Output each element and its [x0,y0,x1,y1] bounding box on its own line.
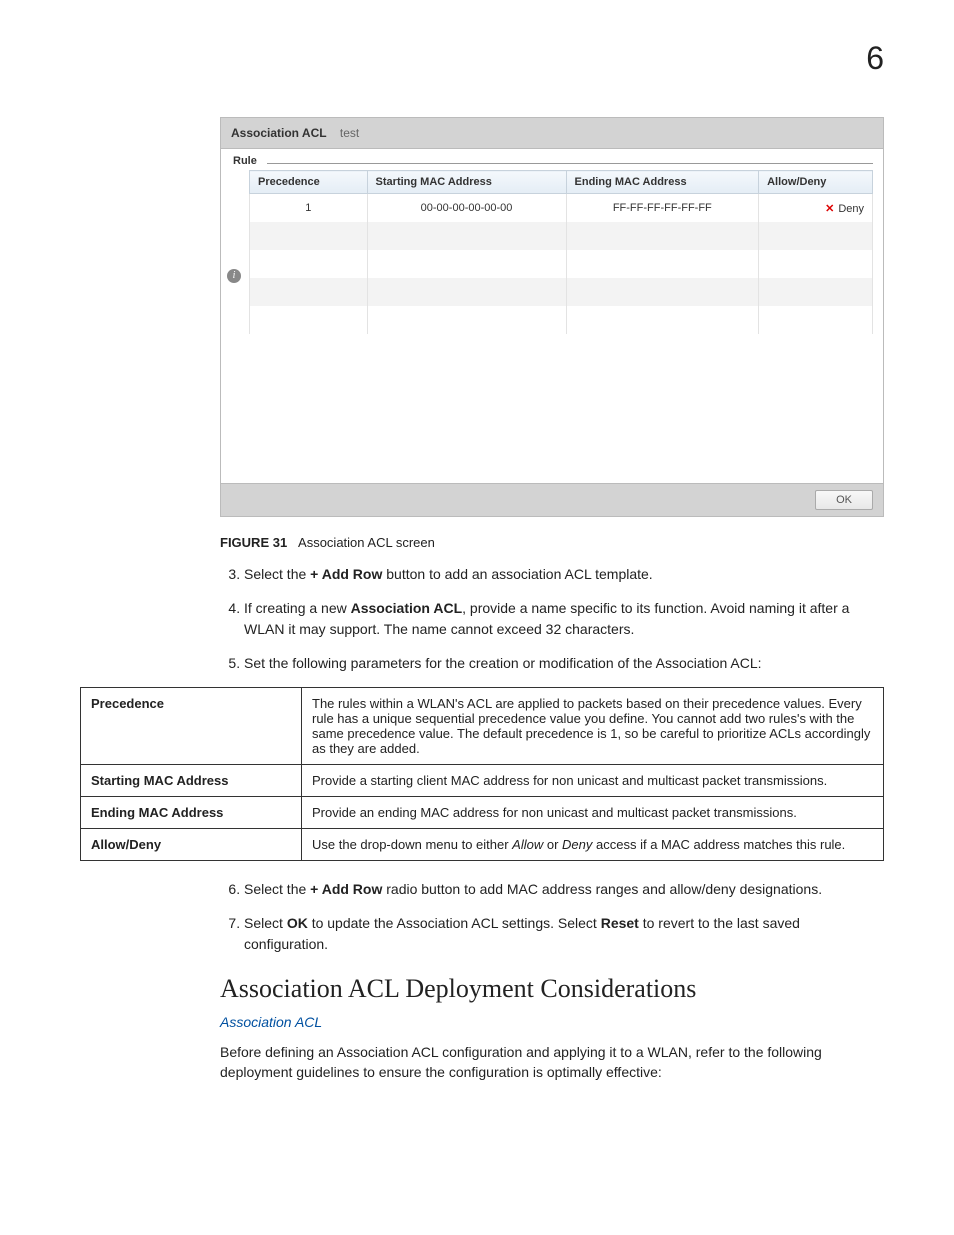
step-5: Set the following parameters for the cre… [244,653,880,673]
param-key: Allow/Deny [81,829,302,861]
cell-starting: 00-00-00-00-00-00 [367,194,566,223]
param-key: Precedence [81,688,302,765]
table-row[interactable] [250,278,873,306]
section-link[interactable]: Association ACL [220,1014,884,1030]
table-row[interactable] [250,306,873,334]
param-row-ending: Ending MAC Address Provide an ending MAC… [81,797,884,829]
rule-table[interactable]: Precedence Starting MAC Address Ending M… [249,170,873,334]
steps-list-b: Select the + Add Row radio button to add… [220,879,884,954]
param-table: Precedence The rules within a WLAN's ACL… [80,687,884,861]
acl-panel: Association ACL test i Rule Precedence S… [220,117,884,517]
steps-list-a: Select the + Add Row button to add an as… [220,564,884,673]
param-val: The rules within a WLAN's ACL are applie… [302,688,884,765]
param-row-precedence: Precedence The rules within a WLAN's ACL… [81,688,884,765]
table-row[interactable]: 1 00-00-00-00-00-00 FF-FF-FF-FF-FF-FF ✕ D… [250,194,873,223]
col-ending-mac[interactable]: Ending MAC Address [566,171,759,194]
col-precedence[interactable]: Precedence [250,171,368,194]
param-val: Provide a starting client MAC address fo… [302,765,884,797]
allowdeny-value: Deny [838,203,864,215]
section-para: Before defining an Association ACL confi… [220,1042,884,1083]
col-starting-mac[interactable]: Starting MAC Address [367,171,566,194]
step-3: Select the + Add Row button to add an as… [244,564,880,584]
acl-title: Association ACL [231,126,327,140]
param-key: Starting MAC Address [81,765,302,797]
step-6: Select the + Add Row radio button to add… [244,879,880,899]
acl-body: i Rule Precedence Starting MAC Address E… [221,149,883,483]
ok-button[interactable]: OK [815,490,873,510]
cell-ending: FF-FF-FF-FF-FF-FF [566,194,759,223]
page-number: 6 [80,40,884,77]
param-val: Provide an ending MAC address for non un… [302,797,884,829]
cell-precedence: 1 [250,194,368,223]
cell-allowdeny[interactable]: ✕ Deny [759,194,873,223]
param-row-starting: Starting MAC Address Provide a starting … [81,765,884,797]
info-icon[interactable]: i [227,269,241,283]
param-row-allowdeny: Allow/Deny Use the drop-down menu to eit… [81,829,884,861]
deny-x-icon: ✕ [825,203,834,215]
section-heading: Association ACL Deployment Consideration… [220,974,884,1004]
step-4: If creating a new Association ACL, provi… [244,598,880,639]
table-row[interactable] [250,222,873,250]
rule-legend: Rule [231,155,259,167]
figure-label: FIGURE 31 [220,535,287,550]
step-7: Select OK to update the Association ACL … [244,913,880,954]
figure-caption: FIGURE 31 Association ACL screen [220,535,884,550]
col-allow-deny[interactable]: Allow/Deny [759,171,873,194]
param-val: Use the drop-down menu to either Allow o… [302,829,884,861]
table-row[interactable] [250,250,873,278]
acl-name: test [340,126,359,140]
acl-footer: OK [221,483,883,516]
param-key: Ending MAC Address [81,797,302,829]
figure-text: Association ACL screen [298,535,435,550]
acl-titlebar: Association ACL test [221,118,883,149]
